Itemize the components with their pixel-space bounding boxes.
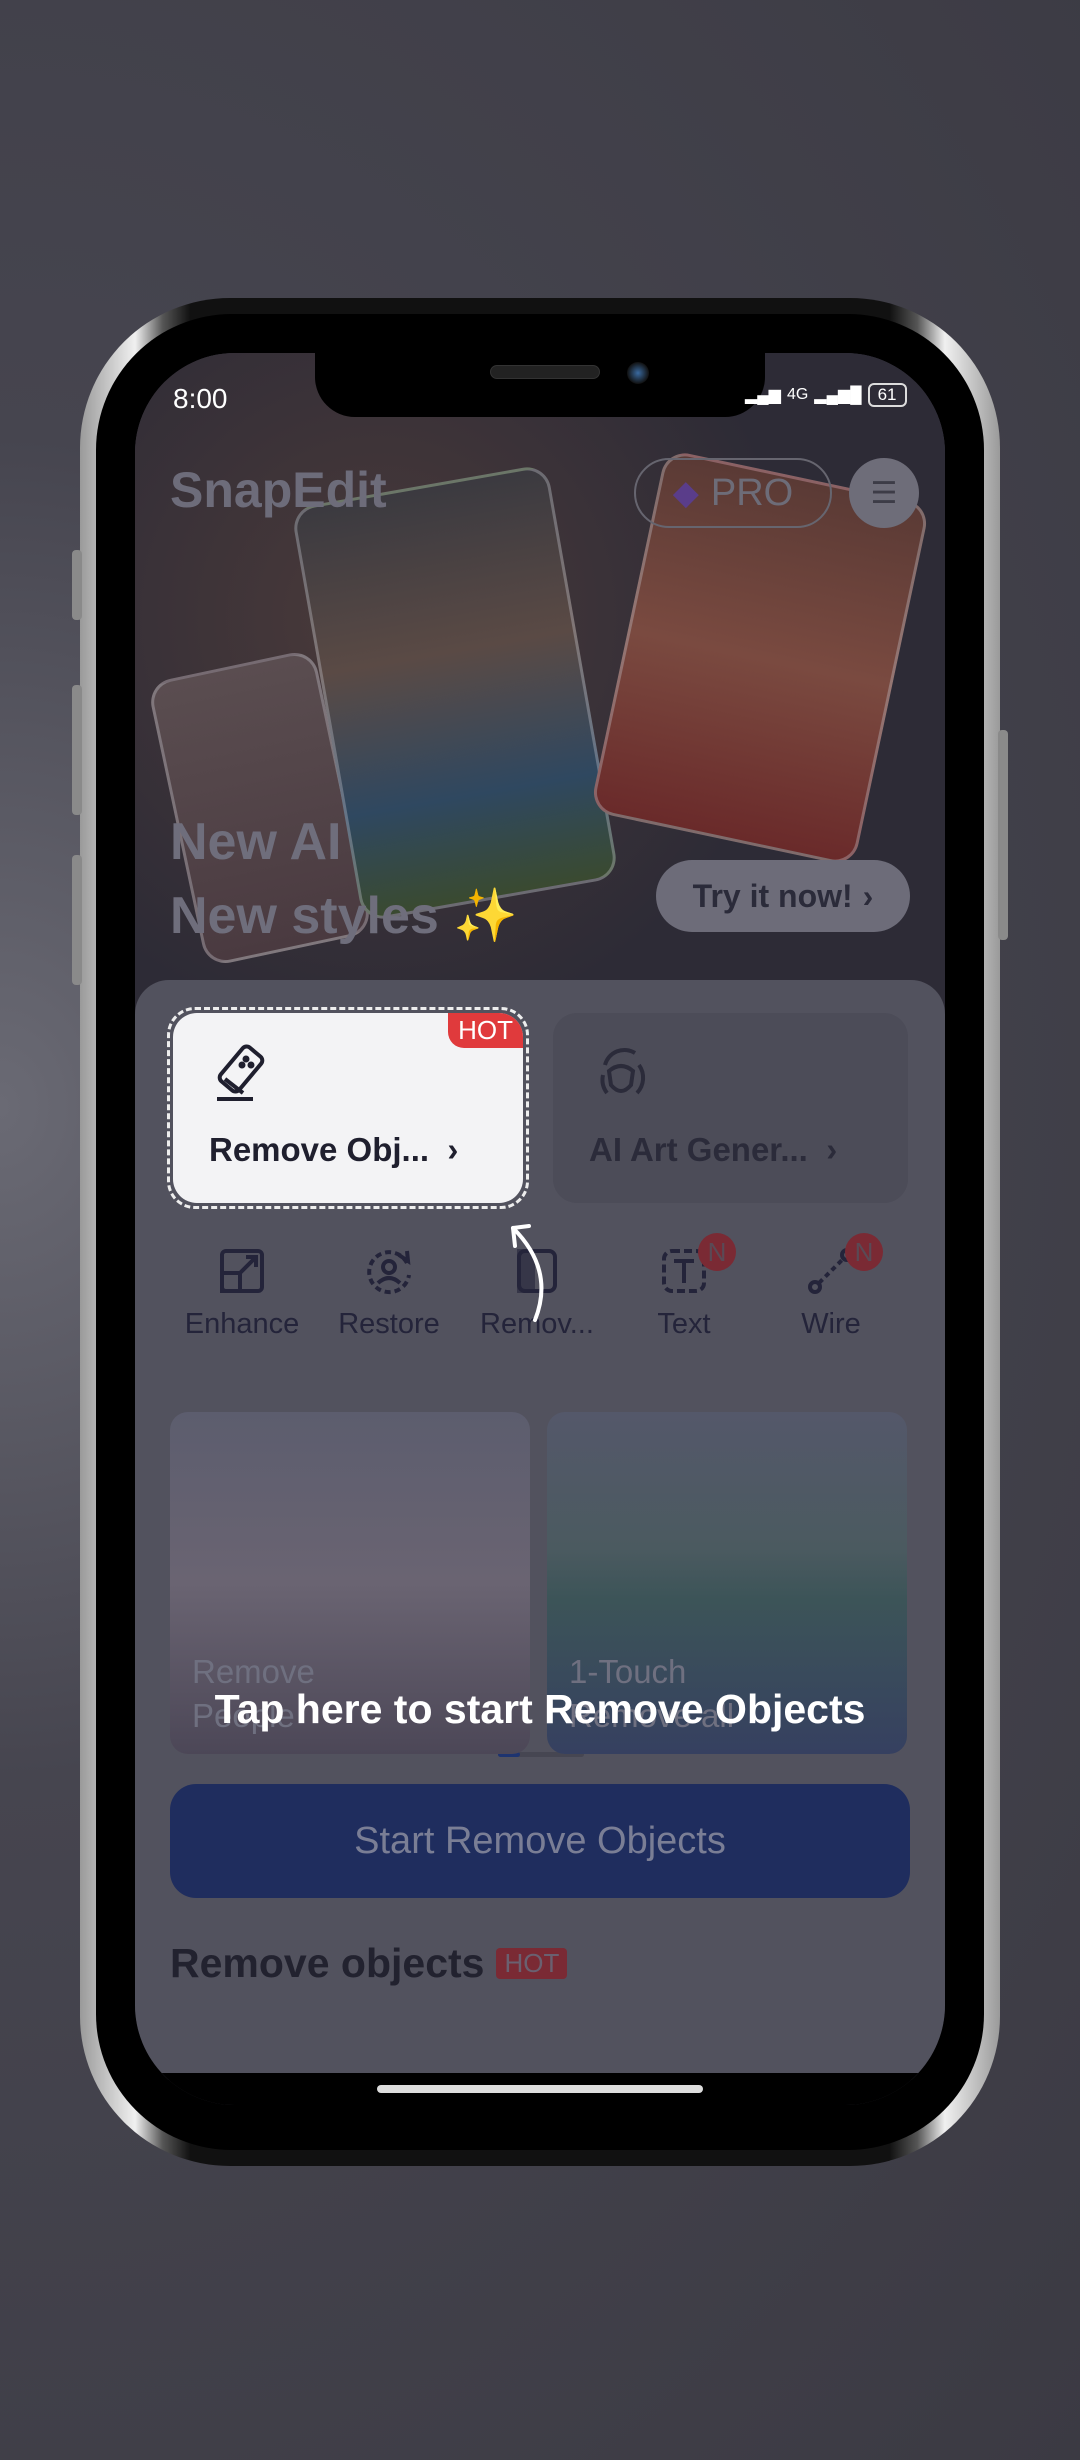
new-badge: N [698, 1233, 736, 1271]
network-type: 4G [786, 386, 809, 403]
tool-label: Wire [801, 1308, 861, 1340]
sparkle-icon: ✨ [453, 887, 519, 945]
mute-switch [72, 550, 82, 620]
diamond-icon: ◆ [672, 474, 699, 512]
start-remove-objects-button[interactable]: Start Remove Objects [170, 1784, 910, 1898]
tooltip-text: Tap here to start Remove Objects [214, 1686, 866, 1732]
chevron-right-icon: › [826, 1131, 838, 1168]
hot-badge: HOT [496, 1948, 568, 1979]
tool-label: Restore [338, 1308, 440, 1340]
status-icons: ▂▄▆ 4G ▂▄▆█ 61 [745, 383, 907, 407]
tool-restore[interactable]: Restore [319, 1245, 459, 1341]
chevron-right-icon: › [862, 877, 874, 914]
chevron-right-icon: › [447, 1131, 459, 1168]
battery-icon: 61 [867, 383, 907, 407]
headline-line2: New styles [170, 887, 439, 945]
restore-icon [367, 1250, 411, 1295]
try-it-now-button[interactable]: Try it now! › [656, 860, 910, 932]
volume-up-button [72, 685, 82, 815]
ai-face-icon [600, 1047, 646, 1095]
power-button [998, 730, 1008, 940]
home-indicator[interactable] [377, 2085, 703, 2093]
card-label: Remove Obj... [209, 1131, 430, 1168]
enhance-icon [220, 1249, 264, 1293]
volume-down-button [72, 855, 82, 985]
hamburger-icon: ☰ [870, 476, 898, 510]
speaker [490, 365, 600, 379]
try-label: Try it now! [692, 877, 853, 914]
status-time: 8:00 [173, 383, 228, 414]
pointer-arrow-icon [511, 1224, 544, 1322]
section-title: Remove objects [170, 1940, 485, 1986]
tool-enhance[interactable]: Enhance [172, 1245, 312, 1341]
signal-icon: ▂▄▆█ [814, 387, 862, 404]
new-badge: N [845, 1233, 883, 1271]
hot-badge: HOT [448, 1013, 523, 1048]
banner-headline: New AI New styles ✨ [170, 805, 518, 953]
menu-button[interactable]: ☰ [849, 458, 919, 528]
tool-label: Text [657, 1308, 711, 1340]
signal-icon: ▂▄▆ [745, 387, 781, 404]
screen: 8:00 ▂▄▆ 4G ▂▄▆█ 61 SnapEdit ◆ PRO ☰ New… [135, 353, 945, 2105]
app-logo: SnapEdit [170, 462, 387, 518]
headline-line1: New AI [170, 813, 342, 871]
notch [315, 353, 765, 417]
camera [627, 362, 649, 384]
tool-label: Enhance [184, 1308, 300, 1340]
tool-text[interactable]: Text N [614, 1233, 754, 1341]
pro-button[interactable]: ◆ PRO [634, 458, 832, 528]
remove-objects-card[interactable]: Remove Obj... › HOT [173, 1013, 523, 1203]
section-header: Remove objects HOT [170, 1940, 568, 1987]
eraser-icon [217, 1044, 265, 1101]
pro-label: PRO [710, 471, 794, 514]
tool-wire[interactable]: Wire N [761, 1233, 901, 1341]
card-label: AI Art Gener... [589, 1131, 808, 1168]
ai-art-generator-card[interactable]: AI Art Gener... › [553, 1013, 908, 1203]
